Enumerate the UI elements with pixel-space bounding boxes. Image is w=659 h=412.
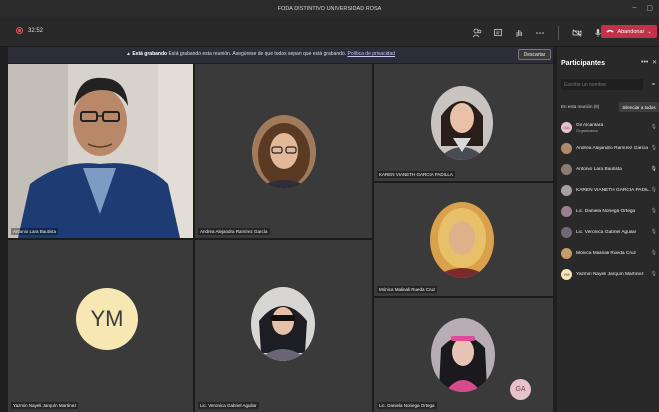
more-options-icon[interactable]	[535, 28, 545, 38]
meeting-timer: 32:52	[28, 27, 44, 34]
participant-row[interactable]: Lic. Daniela Noriega Ortega 🎙	[557, 201, 659, 222]
more-options-icon[interactable]: •••	[641, 59, 648, 66]
participant-avatar	[561, 185, 572, 196]
participant-row[interactable]: GA Gil Alcantara Organizador 🎙	[557, 117, 659, 138]
tile-name-label: Mónica Malinali Rueda Cruz	[377, 286, 438, 293]
participant-avatar: YM	[561, 269, 572, 280]
tile-name-label: Andrea Alejandra Ramírez García	[198, 228, 270, 235]
participant-avatar	[561, 248, 572, 259]
close-icon[interactable]: ✕	[652, 59, 657, 66]
maximize-button[interactable]: ▢	[646, 4, 653, 12]
participant-name: Lic. Veronica Gabriel Aguilar	[576, 230, 637, 235]
recording-message: ▲ Está grabando Está grabando esta reuni…	[126, 51, 395, 57]
recording-icon	[16, 27, 23, 34]
minimize-button[interactable]: –	[632, 4, 636, 12]
tile-name-label: KAREN VIANETH GARCIA PADILLA	[377, 171, 455, 178]
toolbar-divider	[558, 26, 559, 40]
participants-icon[interactable]	[472, 28, 482, 38]
section-label[interactable]: En esta reunión (8)	[561, 104, 599, 109]
participant-row[interactable]: KAREN VIANETH GARCIA PADIL... 🎙	[557, 180, 659, 201]
participant-name: Yazmin Nayeli Jarquín Martínez	[576, 272, 644, 277]
tile-name-label: Antonio Lara Bautista	[11, 228, 59, 235]
microphone-off-icon: 🎙	[650, 145, 657, 151]
microphone-off-icon: 🎙	[650, 271, 657, 277]
window-controls: – ▢	[632, 4, 653, 12]
share-invite-icon[interactable]: ⚭	[651, 81, 656, 88]
tile-name-label: Lic. Veronica Gabriel Aguilar	[198, 402, 259, 409]
participant-name: Lic. Daniela Noriega Ortega	[576, 209, 636, 214]
participant-name: Andrea Alejandro Ramírez García	[576, 146, 648, 151]
participant-row[interactable]: Andrea Alejandro Ramírez García 🎙	[557, 138, 659, 159]
participant-avatar	[252, 115, 316, 189]
participant-search-input[interactable]	[561, 79, 643, 90]
participant-name: Mónica Malinali Rueda Cruz	[576, 251, 636, 256]
participant-list: GA Gil Alcantara Organizador 🎙 Andrea Al…	[557, 117, 659, 285]
participants-panel: Participantes ••• ✕ ⚭ En esta reunión (8…	[557, 47, 659, 412]
microphone-off-icon: 🎙	[650, 124, 657, 130]
participant-avatar	[561, 206, 572, 217]
participant-avatar	[431, 318, 495, 392]
leave-button[interactable]: Abandonar ⌄	[601, 25, 657, 38]
participant-row[interactable]: Mónica Malinali Rueda Cruz 🎙	[557, 243, 659, 264]
video-tile-antonio[interactable]: Antonio Lara Bautista	[8, 64, 193, 238]
mute-all-button[interactable]: Silenciar a todos	[619, 102, 659, 112]
participant-avatar	[430, 202, 494, 278]
tile-name-label: Lic. Daniela Noriega Ortega	[377, 402, 437, 409]
initials-avatar: YM	[76, 288, 138, 350]
participant-row[interactable]: Antonio Lara Bautista 🎙	[557, 159, 659, 180]
video-tile-karen[interactable]: KAREN VIANETH GARCIA PADILLA	[374, 64, 553, 181]
participant-avatar	[561, 227, 572, 238]
participant-row[interactable]: YM Yazmin Nayeli Jarquín Martínez 🎙	[557, 264, 659, 285]
recording-indicator: 32:52	[16, 27, 43, 34]
participant-avatar	[561, 164, 572, 175]
panel-title: Participantes	[561, 60, 605, 67]
video-tile-yazmin[interactable]: YM Yazmin Nayeli Jarquín Martínez	[8, 240, 193, 412]
raise-hand-icon[interactable]	[514, 28, 524, 38]
microphone-off-icon: 🎙	[650, 208, 657, 214]
participant-name: Antonio Lara Bautista	[576, 167, 622, 172]
participant-role: Organizador	[576, 127, 599, 133]
participant-video	[8, 64, 193, 238]
chevron-down-icon: ⌄	[647, 28, 652, 35]
microphone-off-icon: 🎙	[650, 250, 657, 256]
recording-bold-text: Está grabando	[132, 51, 168, 57]
participant-avatar	[431, 86, 493, 160]
window-title: FODA DISTINTIVO UNIVERSIDAD ROSA	[277, 6, 382, 12]
participant-avatar	[251, 287, 315, 361]
video-tile-andrea[interactable]: Andrea Alejandra Ramírez García	[195, 64, 372, 238]
meeting-toolbar: 32:52 Abandonar ⌄	[0, 18, 659, 47]
chat-icon[interactable]	[493, 28, 503, 38]
participant-name: KAREN VIANETH GARCIA PADIL...	[576, 188, 651, 193]
self-view-avatar[interactable]: GA	[510, 379, 531, 400]
video-tile-monica[interactable]: Mónica Malinali Rueda Cruz	[374, 183, 553, 296]
participant-avatar	[561, 143, 572, 154]
microphone-off-icon: 🎙	[650, 229, 657, 235]
recording-message-text: Está grabando esta reunión. Asegúrese de…	[167, 51, 347, 57]
tile-name-label: Yazmin Nayeli Jarquín Martínez	[11, 402, 79, 409]
recording-banner: ▲ Está grabando Está grabando esta reuni…	[8, 47, 553, 63]
participant-avatar: GA	[561, 122, 572, 133]
privacy-policy-link[interactable]: Política de privacidad	[348, 51, 396, 57]
video-tile-veronica[interactable]: Lic. Veronica Gabriel Aguilar	[195, 240, 372, 412]
leave-button-label: Abandonar	[617, 28, 645, 35]
participant-row[interactable]: Lic. Veronica Gabriel Aguilar 🎙	[557, 222, 659, 243]
camera-off-icon[interactable]	[572, 28, 582, 38]
title-bar: FODA DISTINTIVO UNIVERSIDAD ROSA – ▢	[0, 0, 659, 18]
microphone-icon: 🎙	[650, 166, 657, 172]
dismiss-button[interactable]: Descartar	[518, 49, 551, 60]
hang-up-icon	[606, 28, 614, 35]
microphone-off-icon: 🎙	[650, 187, 657, 193]
